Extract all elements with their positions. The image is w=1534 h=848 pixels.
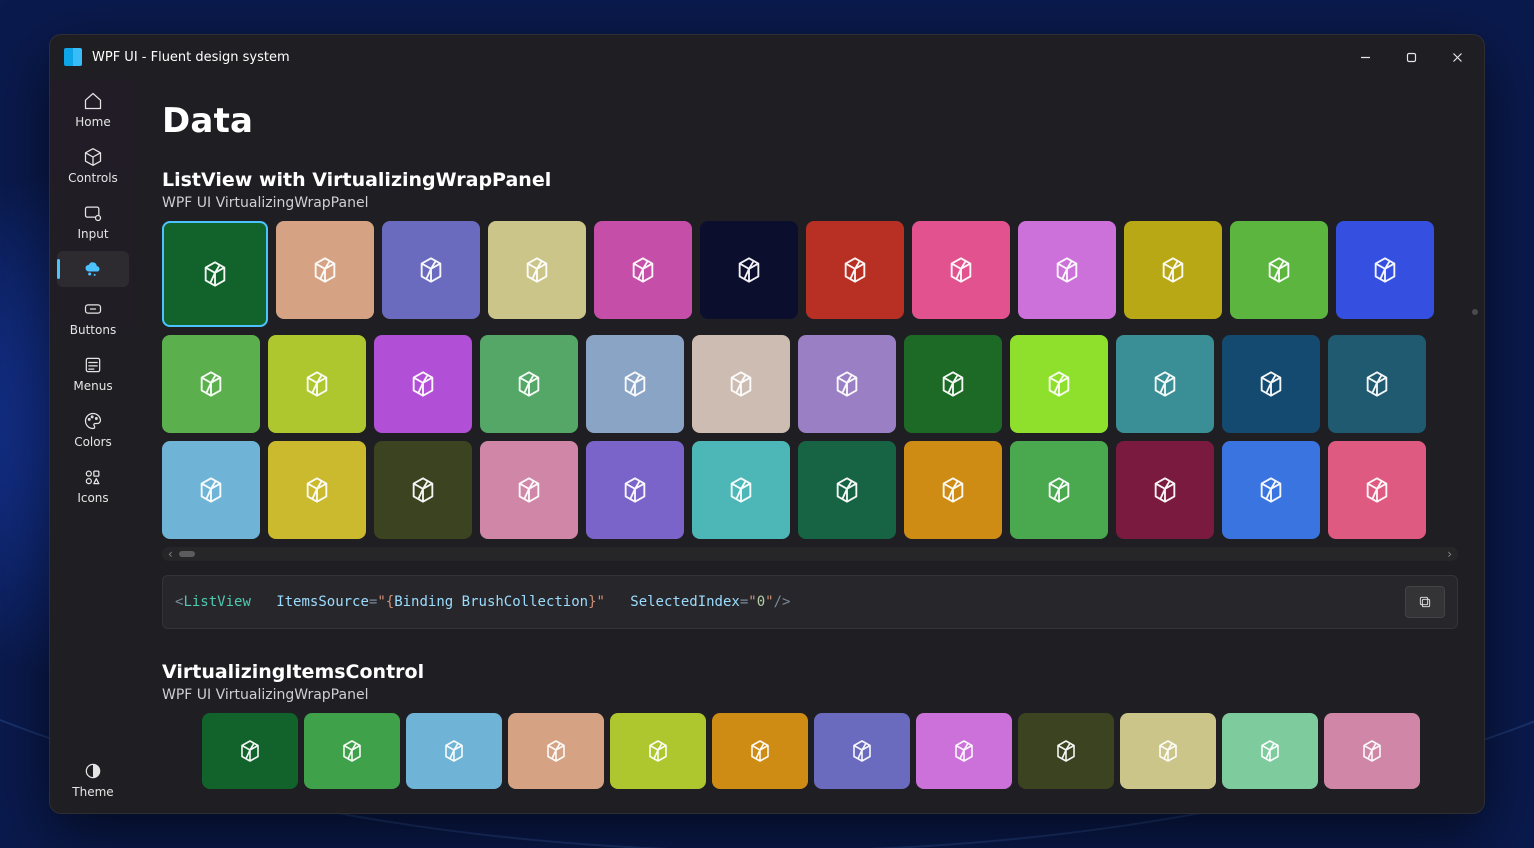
sidebar-item-label: Input <box>77 227 108 241</box>
section-subtitle-itemscontrol: WPF UI VirtualizingWrapPanel <box>162 687 1458 703</box>
scroll-left-icon[interactable]: ‹ <box>168 547 173 561</box>
brush-tile[interactable] <box>1116 441 1214 539</box>
brush-tile[interactable] <box>1124 221 1222 319</box>
titlebar[interactable]: WPF UI - Fluent design system <box>50 35 1484 79</box>
section-title-itemscontrol: VirtualizingItemsControl <box>162 661 1458 683</box>
brush-tile[interactable] <box>276 221 374 319</box>
brush-tile[interactable] <box>814 713 910 789</box>
brush-tile[interactable] <box>700 221 798 319</box>
theme-icon <box>83 761 103 781</box>
brush-tile[interactable] <box>374 335 472 433</box>
brush-tile[interactable] <box>374 441 472 539</box>
brush-tile[interactable] <box>508 713 604 789</box>
sidebar-item-controls[interactable]: Controls <box>57 139 129 191</box>
brush-tile[interactable] <box>798 441 896 539</box>
sidebar-item-icons[interactable]: Icons <box>57 459 129 511</box>
sidebar-item-label: Icons <box>77 491 108 505</box>
brush-tile[interactable] <box>1018 221 1116 319</box>
brush-tile[interactable] <box>1230 221 1328 319</box>
brush-tile[interactable] <box>1018 713 1114 789</box>
shapes-icon <box>83 467 103 487</box>
brush-tile[interactable] <box>1010 335 1108 433</box>
brush-tile[interactable] <box>1328 441 1426 539</box>
brush-tile[interactable] <box>162 441 260 539</box>
sidebar-item-label: Home <box>75 115 110 129</box>
sidebar-item-colors[interactable]: Colors <box>57 403 129 455</box>
sidebar-item-label: Colors <box>74 435 112 449</box>
sidebar: Home Controls Input Buttons Menus <box>50 79 136 813</box>
sidebar-item-data[interactable] <box>57 251 129 287</box>
sidebar-item-menus[interactable]: Menus <box>57 347 129 399</box>
app-window: WPF UI - Fluent design system Home Contr… <box>49 34 1485 814</box>
sidebar-item-buttons[interactable]: Buttons <box>57 291 129 343</box>
brush-listview[interactable] <box>162 221 1458 539</box>
brush-tile[interactable] <box>304 713 400 789</box>
brush-tile[interactable] <box>1222 441 1320 539</box>
main-content: Data ListView with VirtualizingWrapPanel… <box>136 79 1484 813</box>
code-sample: <ListView ItemsSource="{Binding BrushCol… <box>162 575 1458 629</box>
brush-tile[interactable] <box>162 221 268 327</box>
palette-icon <box>83 411 103 431</box>
brush-tile[interactable] <box>904 335 1002 433</box>
brush-tile[interactable] <box>162 335 260 433</box>
brush-tile[interactable] <box>480 335 578 433</box>
brush-tile[interactable] <box>1328 335 1426 433</box>
brush-tile[interactable] <box>1324 713 1420 789</box>
brush-tile[interactable] <box>692 335 790 433</box>
brush-tile[interactable] <box>382 221 480 319</box>
brush-tile[interactable] <box>488 221 586 319</box>
cloud-data-icon <box>83 259 103 279</box>
maximize-button[interactable] <box>1388 41 1434 73</box>
page-title: Data <box>162 101 1458 141</box>
brush-tile[interactable] <box>268 335 366 433</box>
virtualizing-items-control[interactable] <box>162 713 1458 789</box>
brush-tile[interactable] <box>798 335 896 433</box>
brush-tile[interactable] <box>610 713 706 789</box>
button-icon <box>83 299 103 319</box>
brush-tile[interactable] <box>480 441 578 539</box>
sidebar-item-theme[interactable]: Theme <box>57 753 129 805</box>
scroll-right-icon[interactable]: › <box>1447 547 1452 561</box>
brush-tile[interactable] <box>202 713 298 789</box>
sidebar-item-home[interactable]: Home <box>57 83 129 135</box>
brush-tile[interactable] <box>1336 221 1434 319</box>
section-title-listview: ListView with VirtualizingWrapPanel <box>162 169 1458 191</box>
scrollbar-thumb[interactable] <box>179 551 195 557</box>
home-icon <box>83 91 103 111</box>
horizontal-scrollbar[interactable]: ‹ › <box>162 547 1458 561</box>
cube-icon <box>83 147 103 167</box>
brush-tile[interactable] <box>1116 335 1214 433</box>
close-button[interactable] <box>1434 41 1480 73</box>
sidebar-item-input[interactable]: Input <box>57 195 129 247</box>
sidebar-item-label: Controls <box>68 171 118 185</box>
minimize-button[interactable] <box>1342 41 1388 73</box>
sidebar-item-label: Buttons <box>70 323 116 337</box>
window-title: WPF UI - Fluent design system <box>92 50 290 65</box>
brush-tile[interactable] <box>1222 335 1320 433</box>
section-subtitle-listview: WPF UI VirtualizingWrapPanel <box>162 195 1458 211</box>
input-icon <box>83 203 103 223</box>
copy-code-button[interactable] <box>1405 586 1445 618</box>
brush-tile[interactable] <box>904 441 1002 539</box>
sidebar-item-label: Theme <box>72 785 113 799</box>
brush-tile[interactable] <box>268 441 366 539</box>
brush-tile[interactable] <box>1222 713 1318 789</box>
menu-icon <box>83 355 103 375</box>
brush-tile[interactable] <box>586 441 684 539</box>
vertical-scrollbar-thumb[interactable] <box>1472 309 1478 315</box>
brush-tile[interactable] <box>586 335 684 433</box>
brush-tile[interactable] <box>806 221 904 319</box>
brush-tile[interactable] <box>406 713 502 789</box>
brush-tile[interactable] <box>712 713 808 789</box>
brush-tile[interactable] <box>916 713 1012 789</box>
brush-tile[interactable] <box>692 441 790 539</box>
app-logo-icon <box>64 48 82 66</box>
brush-tile[interactable] <box>1010 441 1108 539</box>
brush-tile[interactable] <box>594 221 692 319</box>
sidebar-item-label: Menus <box>73 379 112 393</box>
brush-tile[interactable] <box>912 221 1010 319</box>
brush-tile[interactable] <box>1120 713 1216 789</box>
